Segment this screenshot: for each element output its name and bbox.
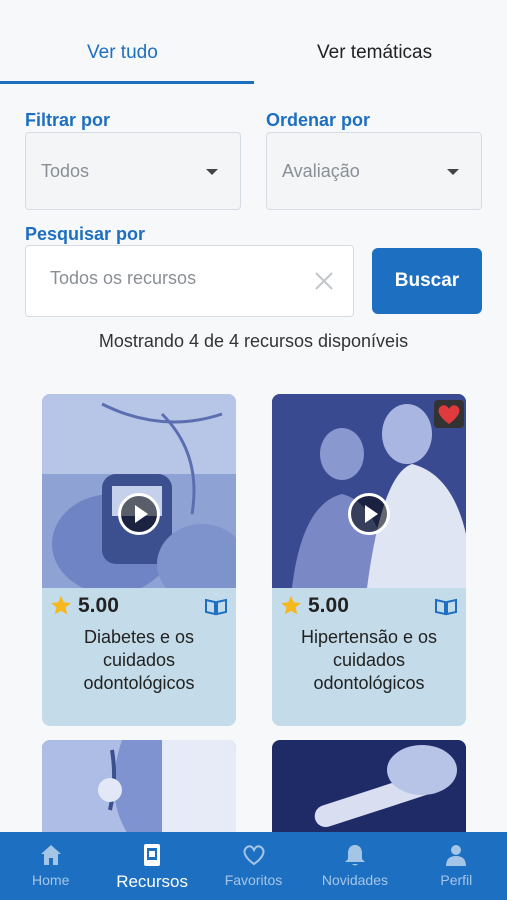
- sort-select[interactable]: Avaliação: [266, 132, 482, 210]
- nav-label: Perfil: [440, 872, 473, 888]
- card-rating: 5.00: [280, 594, 349, 618]
- search-button[interactable]: Buscar: [372, 248, 482, 314]
- play-icon[interactable]: [348, 493, 390, 535]
- resource-card[interactable]: [272, 740, 466, 840]
- search-label: Pesquisar por: [25, 224, 146, 244]
- nav-favorites[interactable]: Favoritos: [203, 832, 304, 900]
- sort-label: Ordenar por: [266, 110, 371, 130]
- dropdown-caret-icon: [206, 169, 218, 175]
- tab-all[interactable]: Ver tudo: [87, 42, 158, 64]
- nav-label: Novidades: [321, 872, 388, 888]
- resource-card[interactable]: 5.00 Hipertensão e os cuidados odontológ…: [272, 394, 466, 726]
- book-icon[interactable]: [204, 598, 228, 616]
- clear-icon[interactable]: [313, 270, 335, 292]
- results-count: Mostrando 4 de 4 recursos disponíveis: [98, 331, 409, 351]
- tab-bar: Ver tudo Ver temáticas: [0, 0, 507, 85]
- search-field: [25, 245, 354, 317]
- nav-profile[interactable]: Perfil: [406, 832, 507, 900]
- rating-value: 5.00: [308, 594, 349, 617]
- search-input[interactable]: [50, 268, 310, 289]
- filter-label: Filtrar por: [25, 110, 111, 130]
- rating-value: 5.00: [78, 594, 119, 617]
- user-icon: [446, 845, 467, 866]
- card-title: Diabetes e os cuidados odontológicos: [83, 627, 195, 693]
- nav-news[interactable]: Novidades: [304, 832, 405, 900]
- bottom-navigation: Home Recursos Favoritos Novidades Perfil: [0, 832, 507, 900]
- bell-icon: [344, 845, 365, 866]
- nav-home[interactable]: Home: [0, 832, 101, 900]
- resource-card[interactable]: 5.00 Diabetes e os cuidados odontológico…: [42, 394, 236, 726]
- nav-label: Favoritos: [224, 872, 283, 888]
- heart-icon: [243, 845, 264, 866]
- star-icon: [281, 595, 301, 615]
- nav-label: Recursos: [116, 872, 189, 891]
- favorite-heart-icon[interactable]: [434, 400, 464, 428]
- tab-themes[interactable]: Ver temáticas: [317, 42, 432, 64]
- tab-indicator: [0, 81, 254, 84]
- resources-icon: [144, 844, 161, 866]
- filter-select[interactable]: Todos: [25, 132, 241, 210]
- sort-value: Avaliação: [282, 161, 360, 181]
- star-icon: [51, 595, 71, 615]
- resource-card[interactable]: [42, 740, 236, 840]
- filter-value: Todos: [41, 161, 90, 181]
- play-icon[interactable]: [118, 493, 160, 535]
- card-rating: 5.00: [50, 594, 119, 618]
- nav-label: Home: [32, 872, 70, 888]
- card-image: [272, 740, 466, 840]
- card-image: [42, 394, 236, 588]
- nav-resources[interactable]: Recursos: [101, 832, 202, 900]
- card-title: Hipertensão e os cuidados odontológicos: [300, 627, 438, 693]
- dropdown-caret-icon: [447, 169, 459, 175]
- card-image: [42, 740, 236, 840]
- book-icon[interactable]: [434, 598, 458, 616]
- home-icon: [40, 845, 61, 865]
